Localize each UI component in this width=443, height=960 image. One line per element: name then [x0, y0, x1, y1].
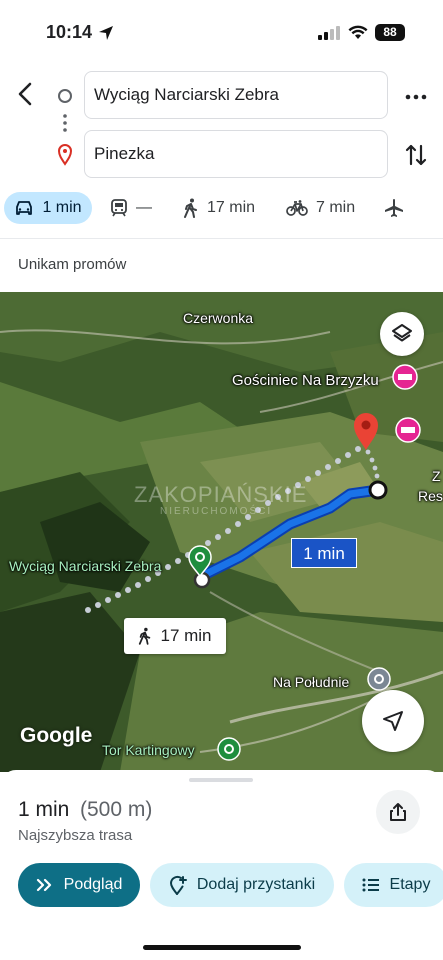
route-connector-icon	[57, 89, 73, 166]
layers-button[interactable]	[380, 312, 424, 356]
add-location-icon	[169, 875, 187, 895]
watermark-subtitle: NIERUCHOMOŚCI	[160, 506, 273, 517]
destination-field[interactable]: Pinezka	[84, 130, 388, 178]
label-gosciniec[interactable]: Gościniec Na Brzyzku	[232, 372, 379, 389]
route-subtitle: Najszybsza trasa	[18, 827, 133, 844]
origin-field[interactable]: Wyciąg Narciarski Zebra	[84, 71, 388, 119]
route-duration: 1 min	[18, 798, 70, 821]
status-bar: 10:14 88	[0, 0, 443, 62]
map-view[interactable]: ZAKOPIAŃSKIE NIERUCHOMOŚCI Czerwonka Goś…	[0, 292, 443, 772]
share-button[interactable]	[376, 790, 420, 834]
label-edge-z: Z	[432, 468, 441, 484]
add-stops-button-label: Dodaj przystanki	[196, 876, 316, 893]
mode-flights[interactable]	[384, 192, 412, 224]
preview-button[interactable]: Podgląd	[18, 863, 140, 907]
mode-walking-label: 17 min	[207, 199, 256, 216]
wifi-icon	[348, 25, 368, 39]
mode-cycling[interactable]: 7 min	[286, 192, 355, 224]
steps-button[interactable]: Etapy	[344, 863, 443, 907]
route-summary-sheet: 1 min (500 m) Najszybsza trasa Podgląd D…	[0, 770, 443, 960]
list-icon	[362, 878, 379, 892]
battery-indicator: 88	[375, 24, 405, 41]
double-chevron-icon	[36, 878, 51, 892]
more-options-icon[interactable]	[404, 88, 428, 106]
mode-transit-label: —	[136, 199, 152, 216]
walk-icon	[184, 198, 197, 218]
steps-button-label: Etapy	[389, 876, 431, 893]
label-tor-kartingowy[interactable]: Tor Kartingowy	[102, 742, 195, 758]
route-options-text[interactable]: Unikam promów	[18, 256, 126, 273]
swap-icon[interactable]	[404, 142, 428, 168]
mode-transit[interactable]: —	[110, 192, 152, 224]
google-logo: Google	[20, 724, 93, 747]
label-origin-poi[interactable]: Wyciąg Narciarski Zebra	[9, 558, 161, 574]
route-distance: (500 m)	[80, 798, 153, 821]
transit-icon	[111, 199, 127, 217]
add-stops-button[interactable]: Dodaj przystanki	[150, 863, 334, 907]
route-end-marker	[368, 480, 388, 500]
travel-mode-bar: 1 min — 17 min 7 min	[0, 192, 443, 236]
label-na-poludnie[interactable]: Na Południe	[273, 674, 349, 690]
tor-poi-icon	[217, 737, 241, 761]
mode-driving[interactable]: 1 min	[4, 192, 92, 224]
mode-walking[interactable]: 17 min	[183, 192, 255, 224]
status-time: 10:14	[46, 22, 93, 42]
home-indicator[interactable]	[143, 945, 301, 950]
flight-icon	[385, 199, 403, 217]
layers-icon	[392, 324, 412, 342]
label-edge-res: Res	[418, 488, 443, 504]
car-icon	[16, 201, 33, 215]
walking-time-label: 17 min	[160, 626, 212, 645]
bike-icon	[286, 200, 308, 216]
sheet-drag-handle[interactable]	[189, 778, 253, 782]
location-arrow-icon	[99, 26, 113, 40]
watermark-logo: ZAKOPIAŃSKIE	[134, 482, 308, 507]
walking-time-callout[interactable]: 17 min	[124, 618, 226, 654]
mode-driving-label: 1 min	[42, 199, 82, 216]
cell-signal-icon	[318, 26, 340, 40]
navigation-arrow-icon	[383, 711, 403, 731]
label-czerwonka: Czerwonka	[183, 310, 254, 326]
driving-time-callout[interactable]: 1 min	[291, 538, 357, 568]
na-poludnie-poi-icon	[367, 667, 391, 691]
walk-icon	[139, 627, 151, 645]
mode-cycling-label: 7 min	[316, 199, 356, 216]
back-arrow-icon[interactable]	[14, 80, 38, 108]
preview-button-label: Podgląd	[63, 876, 123, 893]
my-location-button[interactable]	[362, 690, 424, 752]
share-icon	[390, 803, 406, 821]
header-divider	[0, 238, 443, 239]
